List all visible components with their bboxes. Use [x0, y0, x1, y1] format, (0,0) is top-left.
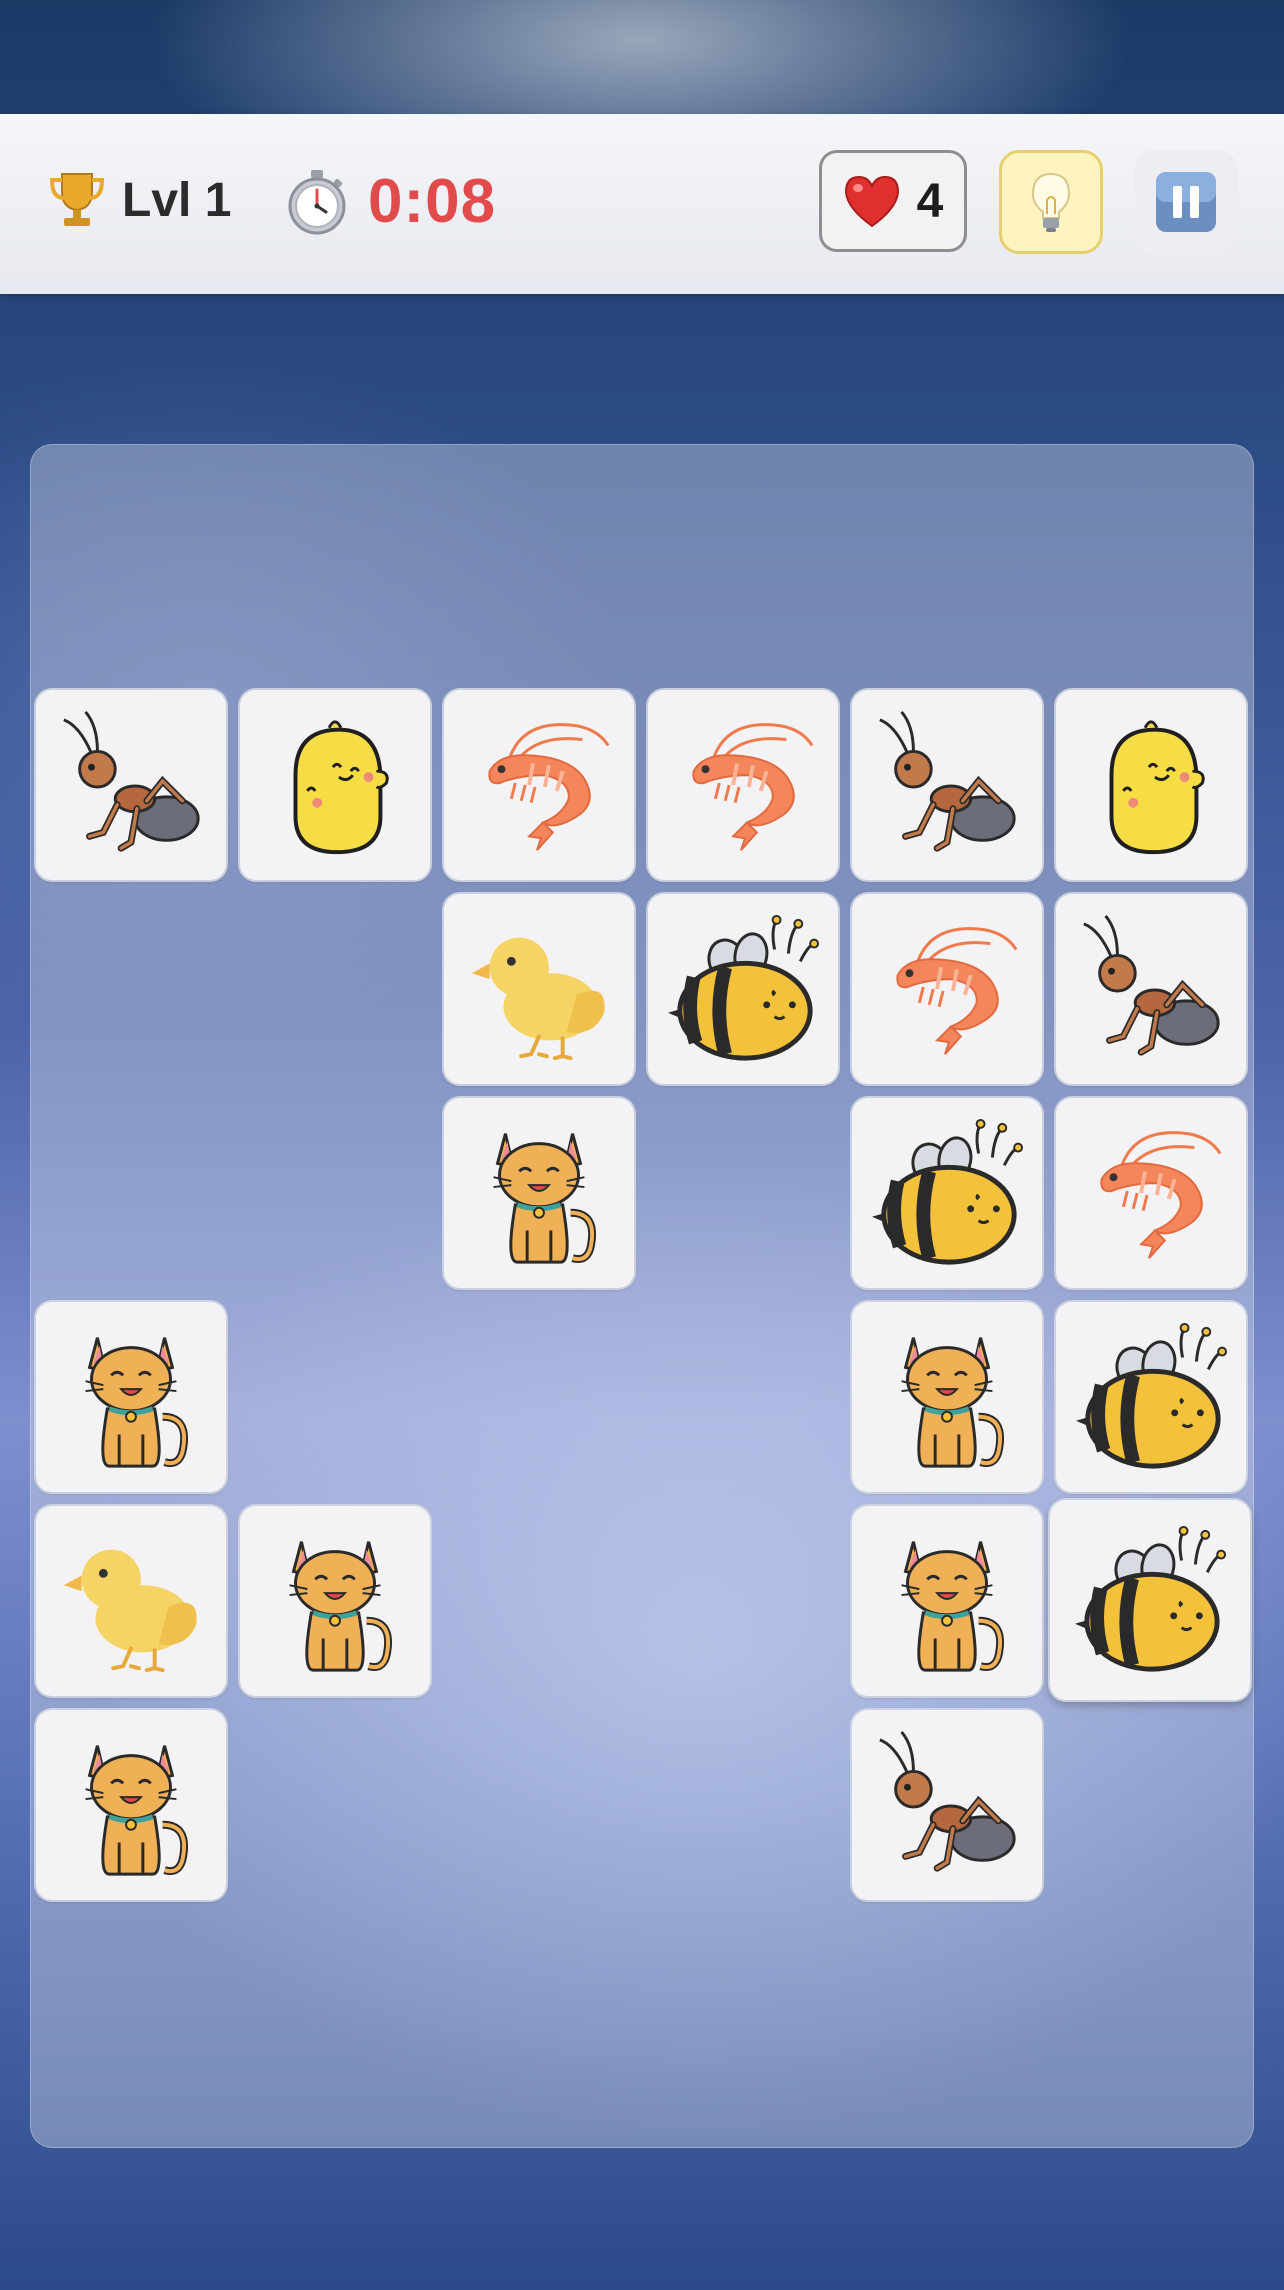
tile-cat[interactable]	[240, 1506, 430, 1696]
cat-icon	[52, 1318, 210, 1476]
tile-cat[interactable]	[36, 1710, 226, 1900]
ant-icon	[868, 1726, 1026, 1884]
tile-ant[interactable]	[852, 1710, 1042, 1900]
cat-icon	[868, 1522, 1026, 1680]
level-label: Lvl 1	[122, 173, 232, 227]
hint-button[interactable]	[999, 150, 1103, 254]
cat-icon	[52, 1726, 210, 1884]
chick-round-icon	[256, 706, 414, 864]
tile-chick-round[interactable]	[1056, 690, 1246, 880]
cat-icon	[460, 1114, 618, 1272]
shrimp-icon	[1072, 1114, 1230, 1272]
ant-icon	[868, 706, 1026, 864]
tile-duckling[interactable]	[36, 1506, 226, 1696]
ant-icon	[1072, 910, 1230, 1068]
lives-count: 4	[916, 174, 944, 228]
tile-cat[interactable]	[852, 1302, 1042, 1492]
lightbulb-icon	[1031, 172, 1071, 232]
bee-icon	[1071, 1521, 1229, 1679]
tile-bee[interactable]	[1050, 1500, 1250, 1700]
shrimp-icon	[460, 706, 618, 864]
timer: 0:08	[286, 166, 496, 237]
chick-round-icon	[1072, 706, 1230, 864]
bee-icon	[868, 1114, 1026, 1272]
shrimp-icon	[664, 706, 822, 864]
lives-counter: 4	[819, 150, 967, 252]
tile-chick-round[interactable]	[240, 690, 430, 880]
pause-icon	[1156, 172, 1216, 232]
tile-bee[interactable]	[1056, 1302, 1246, 1492]
trophy-icon	[49, 173, 105, 226]
tile-shrimp[interactable]	[444, 690, 634, 880]
heart-icon	[844, 175, 899, 228]
duckling-icon	[52, 1522, 210, 1680]
duckling-icon	[460, 910, 618, 1068]
tile-cat[interactable]	[36, 1302, 226, 1492]
pause-button[interactable]	[1134, 150, 1238, 254]
tile-shrimp[interactable]	[852, 894, 1042, 1084]
cat-icon	[868, 1318, 1026, 1476]
tile-shrimp[interactable]	[648, 690, 838, 880]
tile-ant[interactable]	[1056, 894, 1246, 1084]
tile-shrimp[interactable]	[1056, 1098, 1246, 1288]
cat-icon	[256, 1522, 414, 1680]
timer-value: 0:08	[368, 167, 497, 236]
top-bar: Lvl 1 0:08 4	[0, 114, 1284, 294]
ant-icon	[52, 706, 210, 864]
tile-bee[interactable]	[852, 1098, 1042, 1288]
bee-icon	[664, 910, 822, 1068]
tile-cat[interactable]	[852, 1506, 1042, 1696]
tile-cat[interactable]	[444, 1098, 634, 1288]
tile-ant[interactable]	[852, 690, 1042, 880]
level-indicator: Lvl 1	[48, 170, 231, 230]
tile-ant[interactable]	[36, 690, 226, 880]
stopwatch-icon	[288, 169, 346, 234]
tile-duckling[interactable]	[444, 894, 634, 1084]
bee-icon	[1072, 1318, 1230, 1476]
shrimp-icon	[868, 910, 1026, 1068]
tile-bee[interactable]	[648, 894, 838, 1084]
